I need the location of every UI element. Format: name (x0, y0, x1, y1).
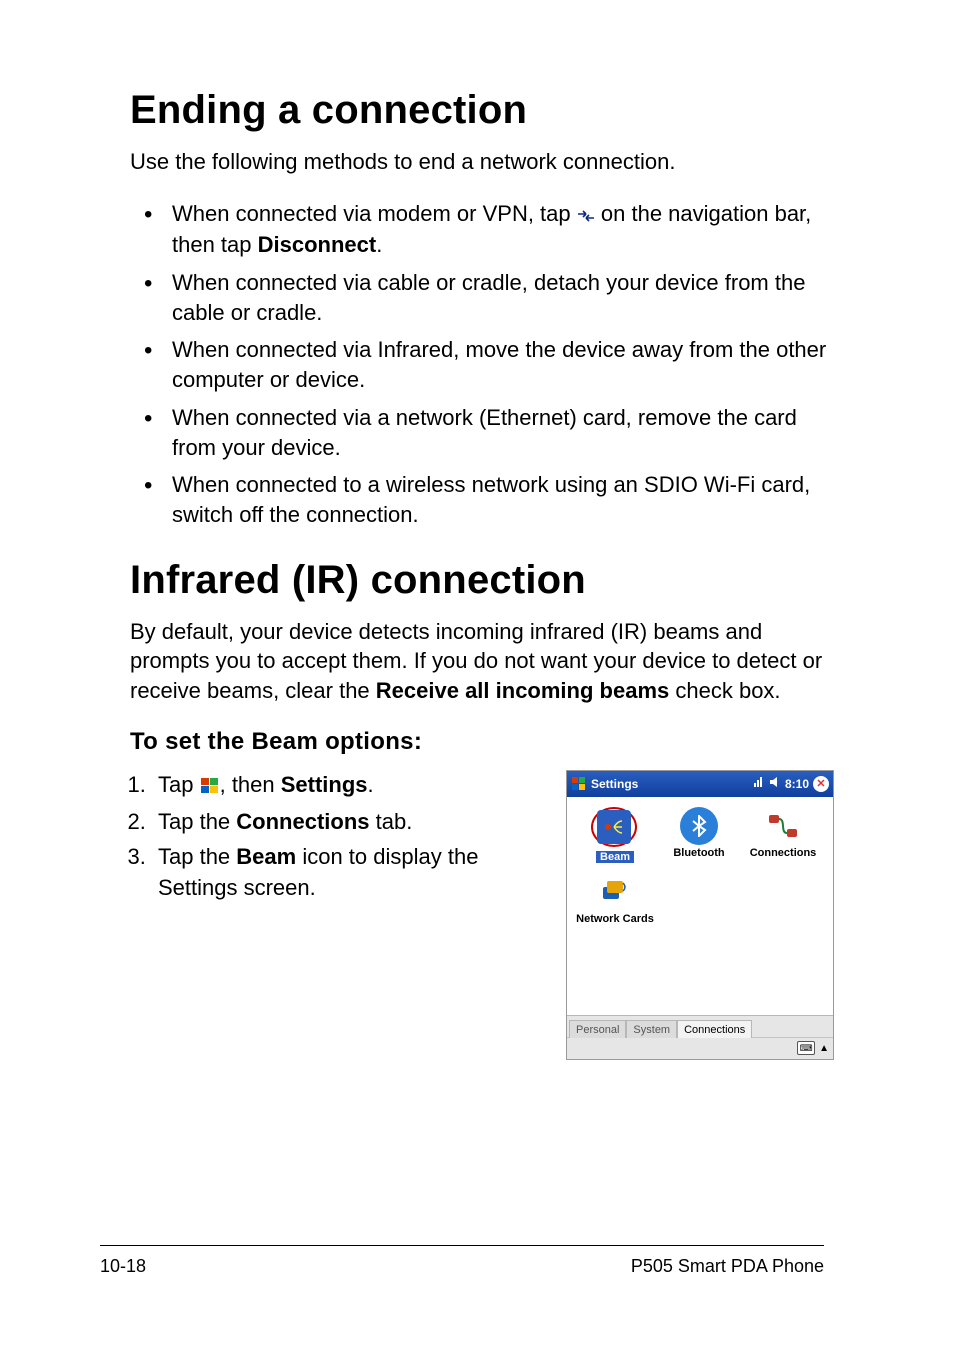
text-fragment: Tap the (158, 809, 236, 834)
icon-label-network-cards: Network Cards (573, 913, 657, 925)
beam-infrared-icon (602, 816, 626, 838)
bold-beam: Beam (236, 844, 296, 869)
product-name: P505 Smart PDA Phone (631, 1256, 824, 1277)
start-menu-icon[interactable] (571, 776, 587, 792)
bullet-cable-cradle: When connected via cable or cradle, deta… (138, 268, 834, 327)
clock-label: 8:10 (785, 777, 809, 791)
intro-infrared: By default, your device detects incoming… (130, 617, 834, 706)
text-fragment: Tap the (158, 844, 236, 869)
icon-label-bluetooth: Bluetooth (657, 847, 741, 859)
window-title: Settings (591, 777, 749, 791)
settings-icon-grid: Beam Bluetooth (567, 797, 833, 1015)
bold-disconnect: Disconnect (258, 232, 377, 257)
intro-ending-connection: Use the following methods to end a netwo… (130, 147, 834, 177)
sip-chevron-up-icon[interactable]: ▲ (819, 1043, 829, 1054)
device-screenshot: Settings 8:10 ✕ (566, 770, 834, 1060)
text-fragment: . (368, 772, 374, 797)
bold-receive-beams: Receive all incoming beams (376, 678, 669, 703)
text-fragment: tab. (370, 809, 413, 834)
signal-icon (753, 776, 765, 791)
bold-settings: Settings (281, 772, 368, 797)
connection-arrows-icon (577, 201, 595, 231)
bullet-modem-vpn: When connected via modem or VPN, tap on … (138, 199, 834, 260)
sip-bar: ⌨ ▲ (567, 1037, 833, 1059)
page: Ending a connection Use the following me… (0, 0, 954, 1351)
step-2: Tap the Connections tab. (152, 807, 536, 838)
bold-connections: Connections (236, 809, 369, 834)
icon-label-connections: Connections (741, 847, 825, 859)
text-fragment: check box. (675, 678, 780, 703)
network-cards-app-icon[interactable]: Network Cards (573, 871, 657, 925)
network-card-icon (601, 879, 629, 905)
close-button[interactable]: ✕ (813, 776, 829, 792)
bluetooth-icon (691, 815, 707, 837)
page-footer: 10-18 P505 Smart PDA Phone (100, 1245, 824, 1277)
subheading-beam-options: To set the Beam options: (130, 728, 834, 756)
bullet-list-end-methods: When connected via modem or VPN, tap on … (138, 199, 834, 530)
screenshot-container: Settings 8:10 ✕ (566, 770, 834, 1060)
window-titlebar: Settings 8:10 ✕ (567, 771, 833, 797)
icon-label-beam: Beam (596, 851, 634, 863)
keyboard-icon[interactable]: ⌨ (797, 1041, 815, 1055)
step-1: Tap , then Settings. (152, 770, 536, 804)
step-3: Tap the Beam icon to display the Setting… (152, 842, 536, 904)
text-fragment: Tap (158, 772, 200, 797)
bullet-sdio-wifi: When connected to a wireless network usi… (138, 470, 834, 529)
status-area: 8:10 (753, 776, 809, 791)
heading-ending-connection: Ending a connection (130, 88, 834, 133)
tab-bar: Personal System Connections (567, 1015, 833, 1037)
bullet-infrared: When connected via Infrared, move the de… (138, 335, 834, 394)
heading-infrared-connection: Infrared (IR) connection (130, 558, 834, 603)
page-number: 10-18 (100, 1256, 146, 1277)
bullet-ethernet: When connected via a network (Ethernet) … (138, 403, 834, 462)
steps-list: Tap , then Settings. Tap the Connections… (152, 770, 536, 908)
bluetooth-app-icon[interactable]: Bluetooth (657, 805, 741, 863)
text-fragment: When connected via modem or VPN, tap (172, 201, 577, 226)
tab-personal[interactable]: Personal (569, 1020, 626, 1038)
speaker-icon (769, 776, 781, 791)
beam-app-icon[interactable]: Beam (573, 805, 657, 863)
connections-link-icon (768, 813, 798, 839)
windows-start-icon (200, 773, 220, 804)
tab-connections[interactable]: Connections (677, 1020, 752, 1038)
text-fragment: . (376, 232, 382, 257)
tab-system[interactable]: System (626, 1020, 677, 1038)
connections-app-icon[interactable]: Connections (741, 805, 825, 863)
two-column-layout: Tap , then Settings. Tap the Connections… (130, 770, 834, 1060)
text-fragment: , then (220, 772, 281, 797)
